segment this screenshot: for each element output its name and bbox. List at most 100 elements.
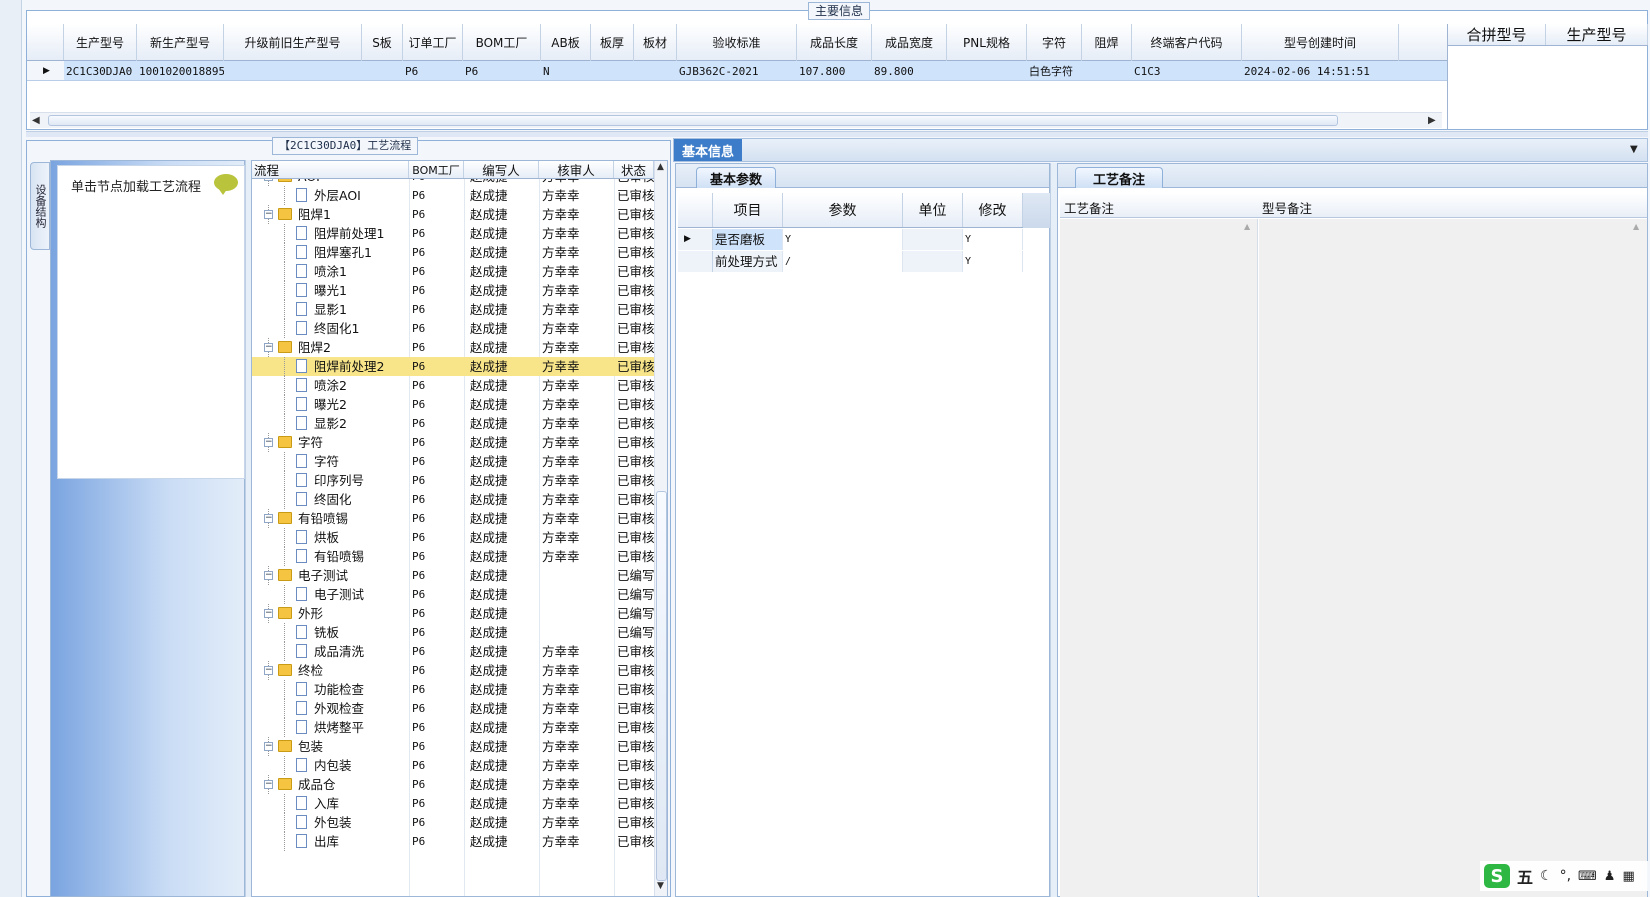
scroll-up-icon[interactable]: ▲ <box>1244 222 1250 231</box>
column-header[interactable]: PNL规格 <box>947 24 1027 61</box>
user-icon[interactable]: ♟ <box>1604 869 1616 884</box>
tree-collapse-icon[interactable]: − <box>264 742 273 751</box>
column-header[interactable]: 成品宽度 <box>872 24 947 61</box>
tree-row[interactable]: − 有铅喷锡 P6 赵成捷 方幸幸 已审核 <box>252 509 654 528</box>
tab-basic-params[interactable]: 基本参数 <box>696 167 776 188</box>
params-col-modify[interactable]: 修改 <box>963 193 1023 227</box>
tree-row[interactable]: 铣板 P6 赵成捷 已编写 <box>252 623 654 642</box>
tree-row[interactable]: 阻焊塞孔1 P6 赵成捷 方幸幸 已审核 <box>252 243 654 262</box>
tree-row[interactable]: − 终检 P6 赵成捷 方幸幸 已审核 <box>252 661 654 680</box>
tree-row[interactable]: − 包装 P6 赵成捷 方幸幸 已审核 <box>252 737 654 756</box>
tree-col-bom[interactable]: BOM工厂 <box>409 161 464 178</box>
vertical-tab-equipment[interactable]: 设备结构 <box>30 162 50 250</box>
panel-menu-chevron-icon[interactable]: ▼ <box>1630 144 1638 155</box>
column-header[interactable]: 验收标准 <box>677 24 797 61</box>
column-header[interactable]: 阻焊 <box>1082 24 1132 61</box>
column-header[interactable]: 订单工厂 <box>403 24 463 61</box>
scroll-up-icon[interactable]: ▲ <box>657 162 664 172</box>
tree-row[interactable]: 喷涂1 P6 赵成捷 方幸幸 已审核 <box>252 262 654 281</box>
tree-row[interactable]: − AOIP6 赵成捷方幸幸已审核 <box>252 179 654 186</box>
keyboard-icon[interactable]: ⌨ <box>1578 869 1597 884</box>
tree-collapse-icon[interactable]: − <box>264 438 273 447</box>
tab-basic-info[interactable]: 基本信息 <box>674 139 742 161</box>
middle-splitter[interactable] <box>1050 163 1057 897</box>
column-header[interactable]: 升级前旧生产型号 <box>224 24 362 61</box>
grid-cell[interactable] <box>947 61 1027 81</box>
moon-icon[interactable]: ☾ <box>1540 868 1553 884</box>
tree-row[interactable]: − 电子测试 P6 赵成捷 已编写 <box>252 566 654 585</box>
tree-collapse-icon[interactable]: − <box>264 571 273 580</box>
params-cell-unit[interactable] <box>903 251 963 272</box>
tree-row[interactable]: − 字符 P6 赵成捷 方幸幸 已审核 <box>252 433 654 452</box>
horizontal-splitter[interactable] <box>26 131 1648 137</box>
tree-collapse-icon[interactable]: − <box>264 609 273 618</box>
tree-row[interactable]: − 成品仓 P6 赵成捷 方幸幸 已审核 <box>252 775 654 794</box>
params-cell-modify[interactable]: Y <box>963 251 1023 272</box>
column-header[interactable]: S板 <box>362 24 403 61</box>
grid-cell[interactable]: 107.800 <box>797 61 872 81</box>
ime-mode-label[interactable]: 五 <box>1517 864 1533 888</box>
tree-row[interactable]: 烘板 P6 赵成捷 方幸幸 已审核 <box>252 528 654 547</box>
tree-row[interactable]: 阻焊前处理1 P6 赵成捷 方幸幸 已审核 <box>252 224 654 243</box>
grid-cell[interactable]: GJB362C-2021 <box>677 61 797 81</box>
column-header[interactable]: BOM工厂 <box>463 24 541 61</box>
tree-row[interactable]: 印序列号 P6 赵成捷 方幸幸 已审核 <box>252 471 654 490</box>
grid-cell[interactable]: 89.800 <box>872 61 947 81</box>
tree-row[interactable]: 内包装 P6 赵成捷 方幸幸 已审核 <box>252 756 654 775</box>
tab-process-remark[interactable]: 工艺备注 <box>1075 167 1163 188</box>
grid-cell[interactable]: 2024-02-06 14:51:51 <box>1242 61 1399 81</box>
scroll-thumb[interactable] <box>48 115 1338 126</box>
grid-icon[interactable]: ▦ <box>1622 869 1634 884</box>
params-cell-item[interactable]: 前处理方式 <box>713 251 783 272</box>
tree-row[interactable]: 终固化 P6 赵成捷 方幸幸 已审核 <box>252 490 654 509</box>
tree-row[interactable]: 功能检查 P6 赵成捷 方幸幸 已审核 <box>252 680 654 699</box>
tree-row[interactable]: 有铅喷锡 P6 赵成捷 方幸幸 已审核 <box>252 547 654 566</box>
tree-collapse-icon[interactable]: − <box>264 179 273 181</box>
column-header[interactable]: AB板 <box>541 24 591 61</box>
grid-cell[interactable]: N <box>541 61 591 81</box>
column-header[interactable]: 终端客户代码 <box>1132 24 1242 61</box>
tree-row[interactable]: 外包装 P6 赵成捷 方幸幸 已审核 <box>252 813 654 832</box>
params-cell-param[interactable]: Y <box>783 229 903 250</box>
params-cell-modify[interactable]: Y <box>963 229 1023 250</box>
merge-col-2[interactable]: 生产型号 <box>1546 24 1648 45</box>
column-header[interactable]: 新生产型号 <box>137 24 224 61</box>
grid-cell[interactable]: 白色字符 <box>1027 61 1082 81</box>
tree-row[interactable]: − 阻焊2 P6 赵成捷 方幸幸 已审核 <box>252 338 654 357</box>
grid-cell[interactable] <box>1082 61 1132 81</box>
tree-row[interactable]: 显影1 P6 赵成捷 方幸幸 已审核 <box>252 300 654 319</box>
params-cell-item[interactable]: 是否磨板 <box>713 229 783 250</box>
tree-vscrollbar[interactable]: ▲ ▼ <box>654 161 667 896</box>
scroll-up-icon[interactable]: ▲ <box>1633 222 1639 231</box>
tree-row[interactable]: 曝光1 P6 赵成捷 方幸幸 已审核 <box>252 281 654 300</box>
process-remark-area[interactable]: ▲ <box>1060 219 1258 897</box>
column-header[interactable]: 板材 <box>634 24 677 61</box>
tree-row[interactable]: 烘烤整平 P6 赵成捷 方幸幸 已审核 <box>252 718 654 737</box>
tree-row[interactable]: 显影2 P6 赵成捷 方幸幸 已审核 <box>252 414 654 433</box>
grid-cell[interactable] <box>224 61 362 81</box>
tree-row[interactable]: 曝光2 P6 赵成捷 方幸幸 已审核 <box>252 395 654 414</box>
grid-cell[interactable] <box>634 61 677 81</box>
grid-cell[interactable]: C1C3 <box>1132 61 1242 81</box>
grid-cell[interactable]: 2C1C30DJA0 <box>64 61 137 81</box>
tree-col-writer[interactable]: 编写人 <box>464 161 539 178</box>
tree-collapse-icon[interactable]: − <box>264 666 273 675</box>
tree-row[interactable]: 出库 P6 赵成捷 方幸幸 已审核 <box>252 832 654 851</box>
tree-row[interactable]: 阻焊前处理2 P6 赵成捷 方幸幸 已审核 <box>252 357 654 376</box>
params-col-unit[interactable]: 单位 <box>903 193 963 227</box>
tree-col-reviewer[interactable]: 核审人 <box>539 161 614 178</box>
column-header[interactable]: 板厚 <box>591 24 634 61</box>
grid-cell[interactable] <box>591 61 634 81</box>
tree-col-status[interactable]: 状态 <box>614 161 654 178</box>
grid-cell[interactable]: P6 <box>463 61 541 81</box>
params-row[interactable]: ▶ 是否磨板 Y Y <box>678 229 1023 250</box>
grid-cell[interactable]: P6 <box>403 61 463 81</box>
scroll-left-icon[interactable]: ◀ <box>32 115 40 126</box>
node-hint-box[interactable]: 单击节点加载工艺流程 <box>57 165 245 479</box>
tree-row[interactable]: 外观检查 P6 赵成捷 方幸幸 已审核 <box>252 699 654 718</box>
model-remark-area[interactable]: ▲ <box>1259 219 1647 897</box>
params-col-item[interactable]: 项目 <box>713 193 783 227</box>
scroll-right-icon[interactable]: ▶ <box>1428 115 1436 126</box>
tree-row[interactable]: 终固化1 P6 赵成捷 方幸幸 已审核 <box>252 319 654 338</box>
grid-cell[interactable]: 10010200188951 <box>137 61 224 81</box>
